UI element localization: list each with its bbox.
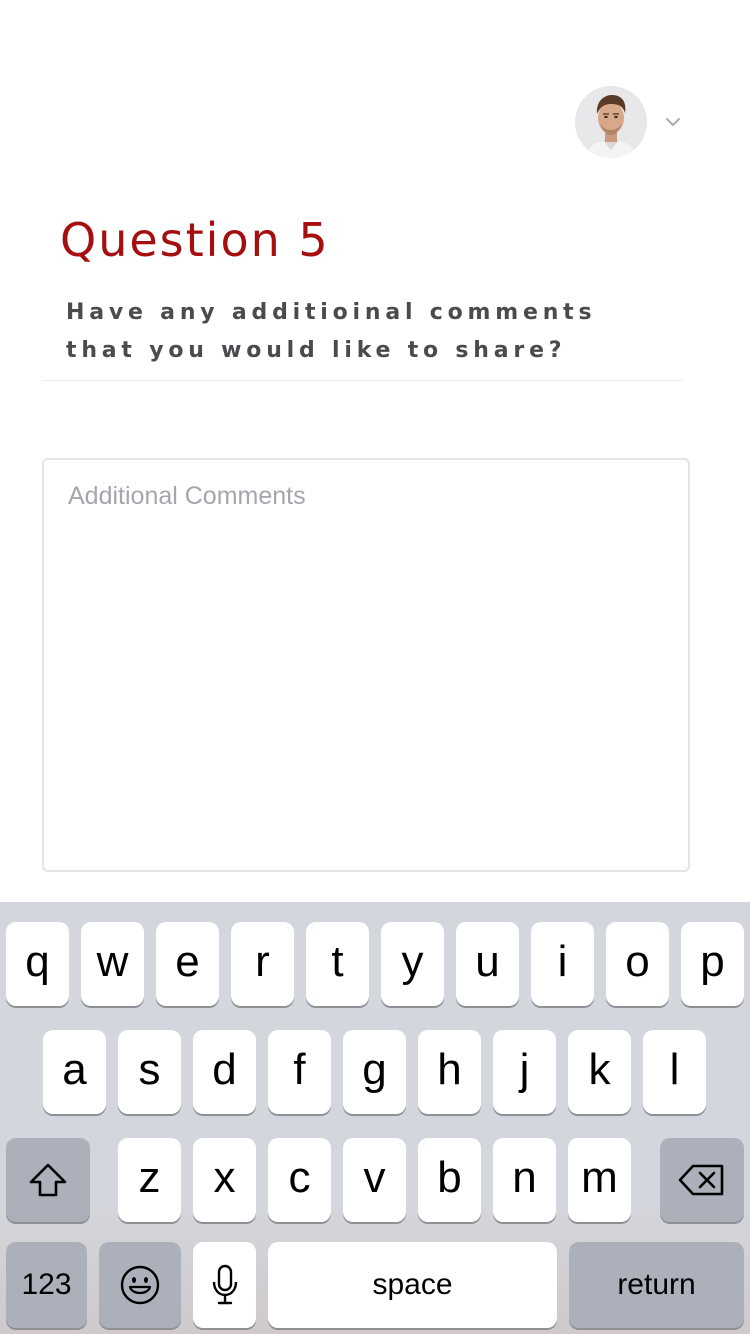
key-k[interactable]: k: [568, 1030, 631, 1114]
key-q[interactable]: q: [6, 922, 69, 1006]
key-g[interactable]: g: [343, 1030, 406, 1114]
key-u[interactable]: u: [456, 922, 519, 1006]
space-key[interactable]: space: [268, 1242, 557, 1328]
return-key[interactable]: return: [569, 1242, 744, 1328]
key-t[interactable]: t: [306, 922, 369, 1006]
key-w[interactable]: w: [81, 922, 144, 1006]
question-text-line-2: that you would like to share?: [66, 338, 567, 363]
key-z[interactable]: z: [118, 1138, 181, 1222]
avatar-image: [575, 86, 647, 158]
key-s[interactable]: s: [118, 1030, 181, 1114]
additional-comments-input[interactable]: [42, 458, 690, 872]
emoji-icon: [120, 1265, 160, 1305]
key-x[interactable]: x: [193, 1138, 256, 1222]
chevron-down-icon[interactable]: [665, 114, 681, 130]
avatar[interactable]: [575, 86, 647, 158]
key-v[interactable]: v: [343, 1138, 406, 1222]
key-n[interactable]: n: [493, 1138, 556, 1222]
question-title: Question 5: [60, 213, 330, 267]
microphone-icon: [212, 1264, 237, 1305]
key-h[interactable]: h: [418, 1030, 481, 1114]
numbers-key[interactable]: 123: [6, 1242, 87, 1328]
key-l[interactable]: l: [643, 1030, 706, 1114]
key-o[interactable]: o: [606, 922, 669, 1006]
delete-key[interactable]: [660, 1138, 744, 1222]
onscreen-keyboard: q w e r t y u i o p a s d f g h j k l z …: [0, 902, 750, 1334]
survey-screen: Question 5 Have any additioinal comments…: [0, 0, 750, 1334]
question-text-line-1: Have any additioinal comments: [66, 300, 597, 325]
key-p[interactable]: p: [681, 922, 744, 1006]
key-a[interactable]: a: [43, 1030, 106, 1114]
account-menu[interactable]: [575, 86, 647, 158]
dictation-key[interactable]: [193, 1242, 256, 1328]
key-c[interactable]: c: [268, 1138, 331, 1222]
key-b[interactable]: b: [418, 1138, 481, 1222]
key-i[interactable]: i: [531, 922, 594, 1006]
key-m[interactable]: m: [568, 1138, 631, 1222]
key-y[interactable]: y: [381, 922, 444, 1006]
key-f[interactable]: f: [268, 1030, 331, 1114]
emoji-key[interactable]: [99, 1242, 181, 1328]
divider: [42, 380, 683, 381]
backspace-icon: [678, 1164, 724, 1196]
question-text: Have any additioinal comments that you w…: [66, 294, 646, 370]
shift-key[interactable]: [6, 1138, 90, 1222]
shift-icon: [29, 1163, 67, 1197]
key-r[interactable]: r: [231, 922, 294, 1006]
key-d[interactable]: d: [193, 1030, 256, 1114]
key-j[interactable]: j: [493, 1030, 556, 1114]
key-e[interactable]: e: [156, 922, 219, 1006]
